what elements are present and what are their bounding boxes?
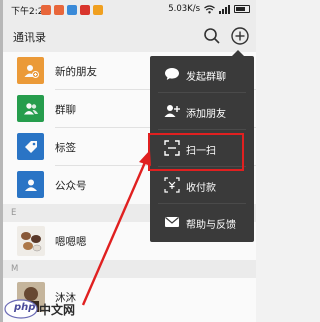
search-button[interactable]: [202, 26, 222, 46]
notification-blue-icon: [67, 5, 77, 15]
battery-icon: [234, 5, 250, 13]
watermark-text: 中文网: [39, 302, 76, 317]
menu-item-new-group-chat[interactable]: 发起群聊: [150, 56, 254, 93]
signal-icon: [219, 4, 230, 14]
payment-icon: [164, 177, 180, 193]
plus-circle-icon: [231, 27, 249, 45]
menu-item-label: 发起群聊: [186, 72, 226, 83]
network-speed: 5.03K/s: [168, 4, 200, 14]
page-title: 通讯录: [13, 31, 46, 44]
chat-bubble-icon: [165, 68, 179, 80]
menu-item-label: 添加朋友: [186, 109, 226, 120]
add-user-icon: [164, 105, 180, 117]
mail-icon: [165, 217, 179, 227]
wifi-icon: [204, 4, 215, 13]
menu-item-add-friend[interactable]: 添加朋友: [150, 93, 254, 130]
menu-item-label: 收付款: [186, 183, 216, 194]
wechat-contacts-screen: 下午2:28 5.03K/s 通讯录 新的朋友 群聊 标签 公众号 E 嗯嗯嗯 …: [0, 0, 256, 322]
watermark: php 中文网: [4, 298, 75, 320]
add-button[interactable]: [230, 26, 250, 46]
menu-item-payment[interactable]: 收付款: [150, 167, 254, 204]
notification-orange-icon: [93, 5, 103, 15]
highlight-box: [148, 133, 244, 171]
header: 通讯录: [3, 20, 256, 52]
watermark-logo-text: php: [14, 302, 36, 313]
status-right: 5.03K/s: [168, 4, 250, 14]
menu-item-help-feedback[interactable]: 帮助与反馈: [150, 204, 254, 241]
notification-red-icon: [80, 5, 90, 15]
notification-orange-icon: [41, 5, 51, 15]
menu-item-label: 帮助与反馈: [186, 220, 236, 231]
status-bar: 下午2:28 5.03K/s: [3, 0, 256, 20]
status-notification-icons: [41, 5, 103, 15]
notification-orange-icon: [54, 5, 64, 15]
search-icon: [204, 28, 220, 44]
screen-edge: [0, 0, 3, 322]
